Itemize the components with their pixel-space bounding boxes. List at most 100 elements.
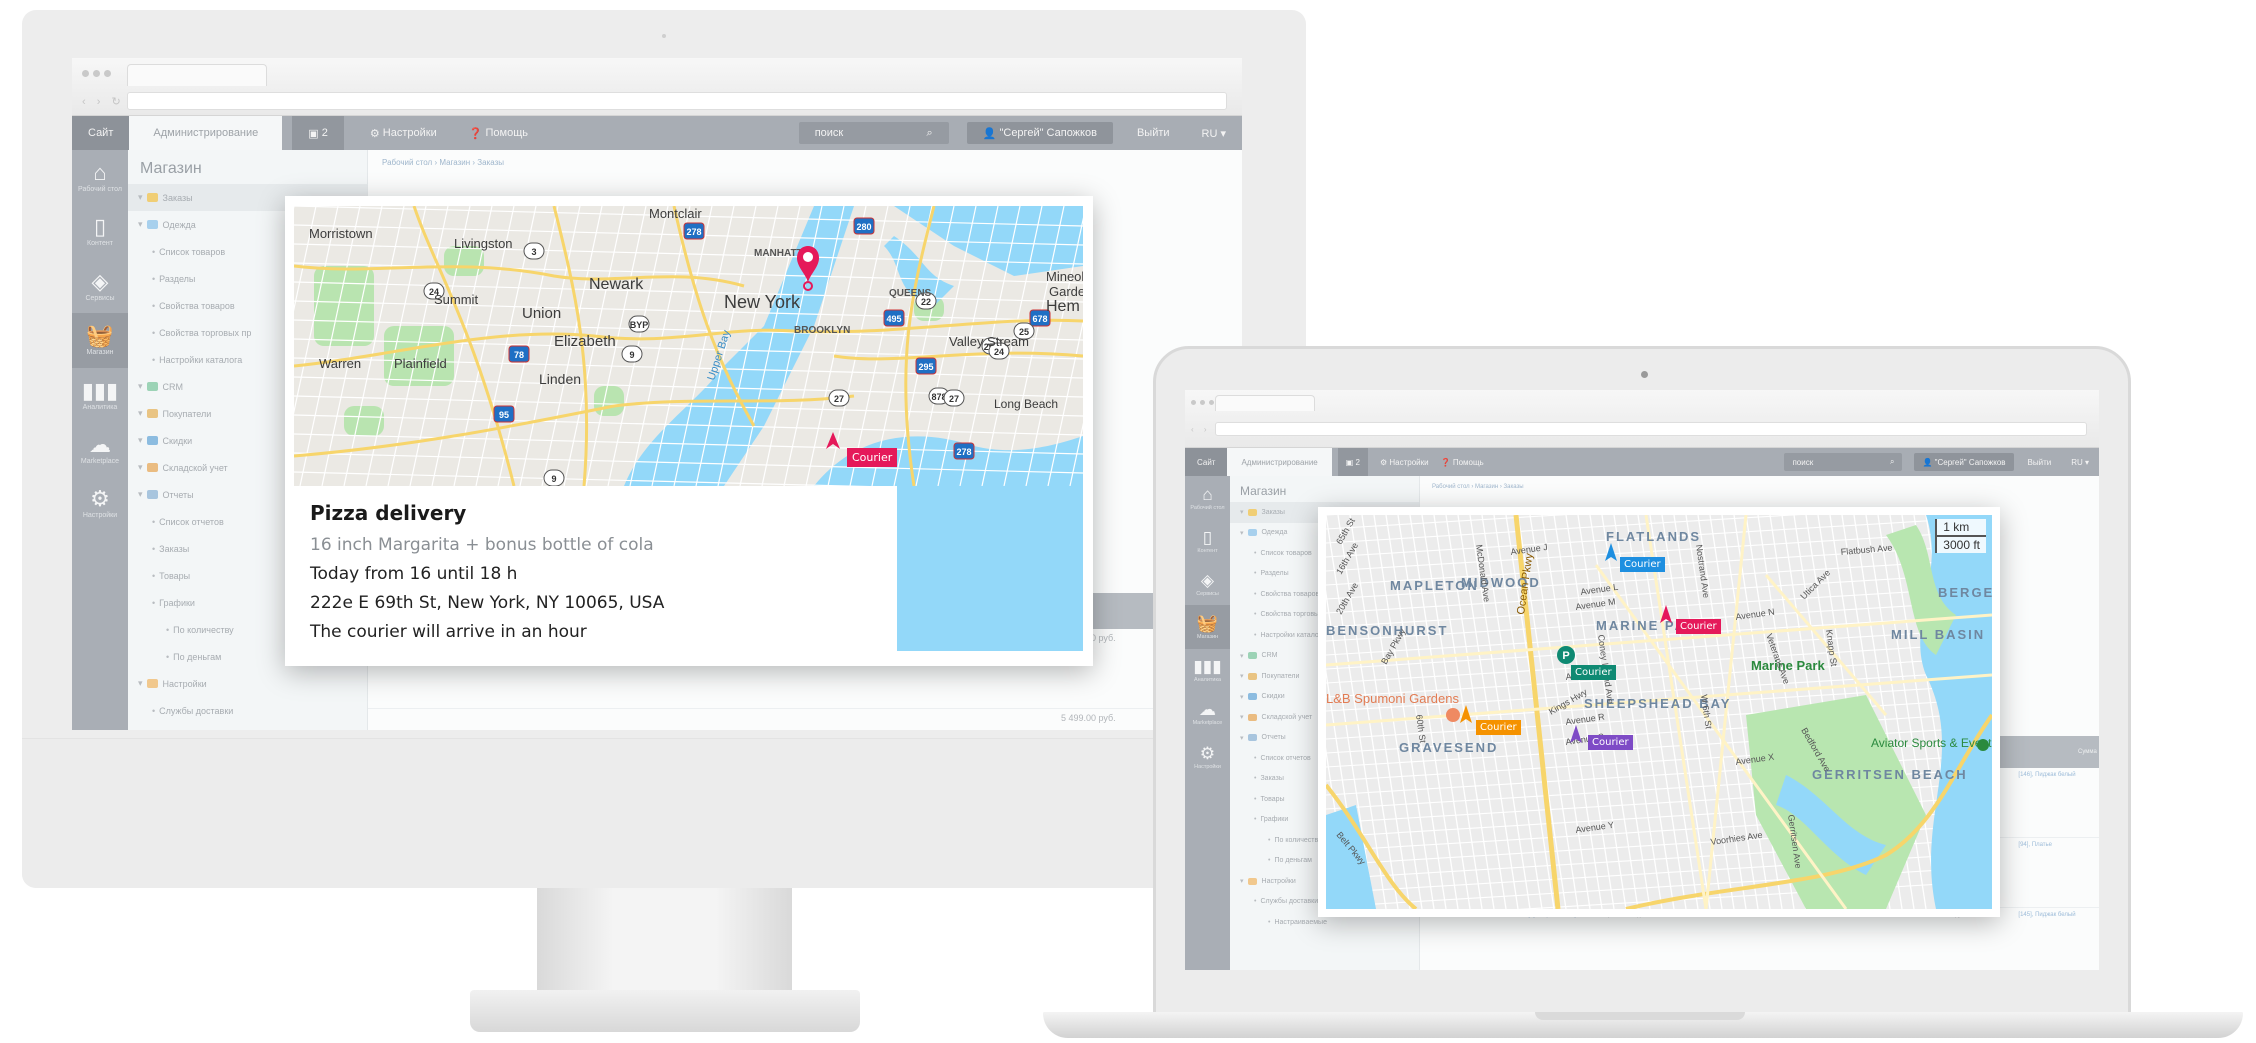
courier-label[interactable]: Courier <box>1588 735 1633 750</box>
site-tab[interactable]: Сайт <box>1185 448 1228 476</box>
tree-item[interactable]: • Службы доставки <box>128 697 367 724</box>
rail-item-cloud[interactable]: ☁ Marketplace <box>72 422 128 476</box>
chevron-down-icon[interactable]: ▾ <box>1240 672 1244 680</box>
tree-item[interactable]: • Настраиваемые <box>128 724 367 730</box>
bullet-icon[interactable]: • <box>1254 611 1256 618</box>
help-link[interactable]: ❓ Помощь <box>1435 448 1490 476</box>
rail-item-home[interactable]: ⌂ Рабочий стол <box>1185 476 1230 519</box>
bullet-icon[interactable]: • <box>152 301 155 311</box>
bullet-icon[interactable]: • <box>152 517 155 527</box>
chevron-down-icon[interactable]: ▾ <box>138 219 143 230</box>
bullet-icon[interactable]: • <box>152 706 155 716</box>
bullet-icon[interactable]: • <box>152 247 155 257</box>
settings-link[interactable]: ⚙ Настройки <box>1374 448 1435 476</box>
rail-item-basket[interactable]: 🧺 Магазин <box>72 313 128 368</box>
admin-tab[interactable]: Администрирование <box>129 116 283 150</box>
bullet-icon[interactable]: • <box>1254 755 1256 762</box>
rail-item-services[interactable]: ◈ Сервисы <box>72 259 128 313</box>
bullet-icon[interactable]: • <box>1268 837 1270 844</box>
url-bar[interactable] <box>1215 422 2087 436</box>
bullet-icon[interactable]: • <box>152 571 155 581</box>
bullet-icon[interactable]: • <box>1268 857 1270 864</box>
table-cell[interactable]: [94], Платье <box>2010 838 2099 907</box>
chevron-down-icon[interactable]: ▾ <box>138 381 143 392</box>
breadcrumb-item[interactable]: Магазин <box>439 158 470 167</box>
rail-item-content[interactable]: ▯ Контент <box>1185 519 1230 562</box>
bullet-icon[interactable]: • <box>1254 550 1256 557</box>
window-controls[interactable] <box>1191 400 1214 405</box>
search-input[interactable]: поиск ⌕ <box>1784 453 1903 471</box>
courier-label[interactable]: Courier <box>847 448 898 467</box>
chevron-down-icon[interactable]: ▾ <box>138 408 143 419</box>
breadcrumb-item[interactable]: Заказы <box>1504 484 1524 490</box>
bullet-icon[interactable]: • <box>152 544 155 554</box>
rail-item-analytics[interactable]: ▮▮▮ Аналитика <box>1185 649 1230 692</box>
breadcrumb-item[interactable]: Заказы <box>477 158 504 167</box>
notifications-button[interactable]: ▣ 2 <box>292 116 344 150</box>
rail-item-gear[interactable]: ⚙ Настройки <box>72 476 128 530</box>
rail-item-content[interactable]: ▯ Контент <box>72 204 128 258</box>
bullet-icon[interactable]: • <box>166 625 169 635</box>
brooklyn-map[interactable]: FLATLANDS MAPLETON MIDWOOD MARINE PARK BERGE… <box>1326 515 1992 909</box>
window-controls[interactable] <box>82 70 111 77</box>
breadcrumb-item[interactable]: Рабочий стол <box>382 158 432 167</box>
rail-item-basket[interactable]: 🧺 Магазин <box>1185 605 1230 649</box>
help-link[interactable]: ❓ Помощь <box>453 116 544 150</box>
language-select[interactable]: RU ▾ <box>1186 116 1242 150</box>
chevron-down-icon[interactable]: ▾ <box>138 489 143 500</box>
rail-item-home[interactable]: ⌂ Рабочий стол <box>72 150 128 204</box>
search-input[interactable]: поиск ⌕ <box>798 122 949 144</box>
courier-label[interactable]: Courier <box>1620 557 1665 572</box>
table-cell[interactable]: [146], Пиджак белый <box>2010 768 2099 837</box>
tree-item[interactable]: ▾ Настройки <box>128 670 367 697</box>
rail-item-cloud[interactable]: ☁ Marketplace <box>1185 692 1230 735</box>
bullet-icon[interactable]: • <box>1254 632 1256 639</box>
bullet-icon[interactable]: • <box>1254 775 1256 782</box>
chevron-down-icon[interactable]: ▾ <box>1240 693 1244 701</box>
language-select[interactable]: RU ▾ <box>2061 448 2099 476</box>
chevron-down-icon[interactable]: ▾ <box>138 678 143 689</box>
chevron-down-icon[interactable]: ▾ <box>1240 508 1244 516</box>
breadcrumb-item[interactable]: Рабочий стол <box>1432 484 1470 490</box>
browser-nav-buttons[interactable]: ‹ › ↻ <box>82 95 125 108</box>
bullet-icon[interactable]: • <box>152 598 155 608</box>
bullet-icon[interactable]: • <box>166 652 169 662</box>
bullet-icon[interactable]: • <box>1254 898 1256 905</box>
column-header[interactable]: Сумма <box>2070 736 2099 768</box>
bullet-icon[interactable]: • <box>1254 570 1256 577</box>
bullet-icon[interactable]: • <box>1254 816 1256 823</box>
browser-tab[interactable] <box>127 64 267 86</box>
bullet-icon[interactable]: • <box>152 274 155 284</box>
courier-label[interactable]: Courier <box>1476 720 1521 735</box>
bullet-icon[interactable]: • <box>152 355 155 365</box>
bullet-icon[interactable]: • <box>152 328 155 338</box>
brooklyn-map-canvas[interactable]: FLATLANDSMAPLETONMIDWOODMARINE PARKBERGE… <box>1326 515 1992 909</box>
chevron-down-icon[interactable]: ▾ <box>1240 652 1244 660</box>
nyc-map[interactable]: 28027832478995224952956782525B2427878272… <box>294 206 1083 486</box>
url-bar[interactable] <box>127 92 1227 110</box>
user-button[interactable]: 👤 "Сергей" Сапожков <box>1914 453 2014 471</box>
chevron-down-icon[interactable]: ▾ <box>1240 529 1244 537</box>
bullet-icon[interactable]: • <box>1254 591 1256 598</box>
admin-tab[interactable]: Администрирование <box>1227 448 1332 476</box>
settings-link[interactable]: ⚙ Настройки <box>354 116 453 150</box>
logout-link[interactable]: Выйти <box>1121 116 1186 150</box>
chevron-down-icon[interactable]: ▾ <box>138 435 143 446</box>
courier-label[interactable]: Courier <box>1676 619 1721 634</box>
nyc-map-canvas[interactable]: 28027832478995224952956782525B2427878272… <box>294 206 1083 486</box>
browser-tab[interactable] <box>1215 395 1315 411</box>
bullet-icon[interactable]: • <box>1268 919 1270 926</box>
rail-item-gear[interactable]: ⚙ Настройки <box>1185 735 1230 778</box>
chevron-down-icon[interactable]: ▾ <box>1240 877 1244 885</box>
rail-item-services[interactable]: ◈ Сервисы <box>1185 562 1230 605</box>
chevron-down-icon[interactable]: ▾ <box>138 462 143 473</box>
courier-label[interactable]: Courier <box>1571 665 1616 680</box>
breadcrumb-item[interactable]: Магазин <box>1475 484 1498 490</box>
chevron-down-icon[interactable]: ▾ <box>1240 734 1244 742</box>
table-row[interactable]: 5 499.00 руб.[94], Платье <box>368 709 1242 730</box>
rail-item-analytics[interactable]: ▮▮▮ Аналитика <box>72 368 128 422</box>
bullet-icon[interactable]: • <box>1254 796 1256 803</box>
notifications-button[interactable]: ▣ 2 <box>1337 448 1368 476</box>
chevron-down-icon[interactable]: ▾ <box>138 192 143 203</box>
logout-link[interactable]: Выйти <box>2018 448 2062 476</box>
